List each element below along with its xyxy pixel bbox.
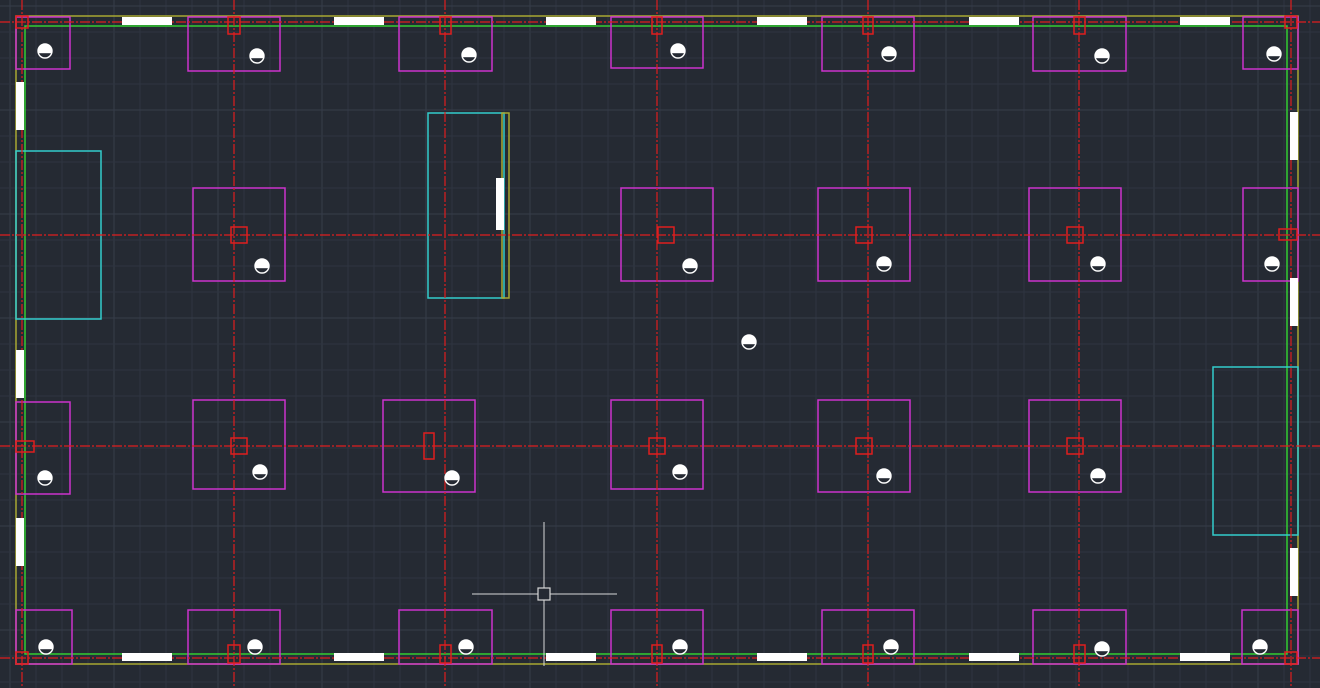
pile-symbol xyxy=(249,48,265,64)
pile-symbol xyxy=(1094,641,1110,657)
wall-opening-horizontal xyxy=(757,17,807,25)
wall-opening-horizontal xyxy=(546,653,596,661)
cad-drawing-canvas[interactable] xyxy=(0,0,1320,688)
pile-symbol xyxy=(1264,256,1280,272)
wall-opening-vertical xyxy=(1290,112,1298,160)
wall-opening-vertical xyxy=(16,82,24,130)
pile-symbol xyxy=(252,464,268,480)
wall-opening-horizontal xyxy=(1180,653,1230,661)
pile-symbol xyxy=(1252,639,1268,655)
pile-symbol xyxy=(1090,256,1106,272)
wall-opening-horizontal xyxy=(334,17,384,25)
pile-symbol xyxy=(444,470,460,486)
pile-symbol xyxy=(1090,468,1106,484)
pile-symbol xyxy=(883,639,899,655)
wall-opening-horizontal xyxy=(546,17,596,25)
wall-opening-horizontal xyxy=(334,653,384,661)
wall-opening-horizontal xyxy=(969,17,1019,25)
pile-symbol xyxy=(1094,48,1110,64)
pile-symbol xyxy=(670,43,686,59)
wall-opening-vertical xyxy=(496,178,504,230)
wall-opening-vertical xyxy=(1290,278,1298,326)
wall-opening-vertical xyxy=(1290,548,1298,596)
pile-symbol xyxy=(741,334,757,350)
pile-symbol xyxy=(458,639,474,655)
pile-symbol xyxy=(881,46,897,62)
pile-symbol xyxy=(672,639,688,655)
wall-opening-vertical xyxy=(16,518,24,566)
pile-symbol xyxy=(37,43,53,59)
pile-symbol xyxy=(38,639,54,655)
pile-symbol xyxy=(254,258,270,274)
pile-symbol xyxy=(1266,46,1282,62)
wall-opening-vertical xyxy=(16,350,24,398)
wall-opening-horizontal xyxy=(1180,17,1230,25)
pile-symbol xyxy=(876,468,892,484)
pile-symbol xyxy=(247,639,263,655)
pile-symbol xyxy=(37,470,53,486)
wall-opening-horizontal xyxy=(757,653,807,661)
pile-symbol xyxy=(461,47,477,63)
pile-symbol xyxy=(682,258,698,274)
wall-opening-horizontal xyxy=(122,17,172,25)
pile-symbol xyxy=(672,464,688,480)
pile-symbol xyxy=(876,256,892,272)
wall-opening-horizontal xyxy=(969,653,1019,661)
wall-opening-horizontal xyxy=(122,653,172,661)
